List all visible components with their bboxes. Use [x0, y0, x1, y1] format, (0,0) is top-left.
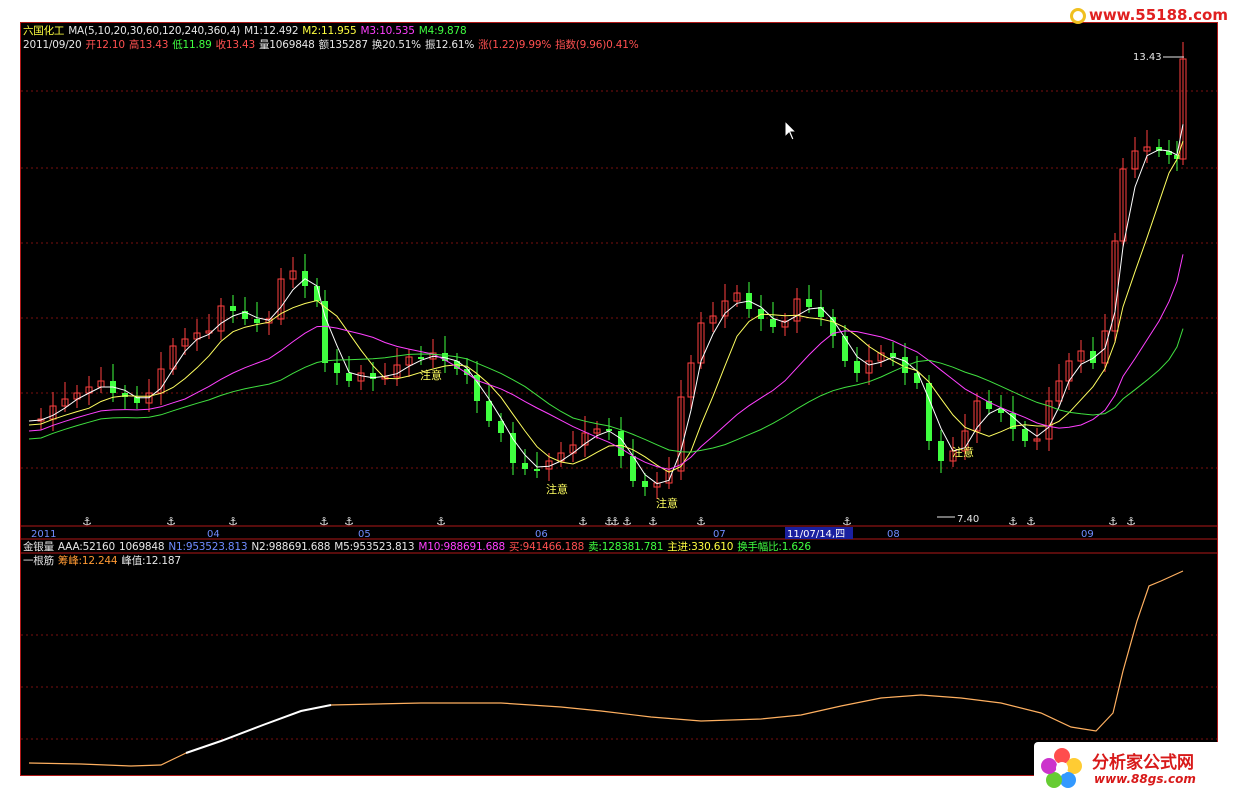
- candle-down: [770, 319, 776, 327]
- anchor-marker-icon: ⚓: [696, 515, 706, 528]
- indicator-m5: M5:953523.813: [334, 541, 415, 553]
- indicator-m10: M10:988691.688: [418, 541, 506, 553]
- candle-down: [618, 431, 624, 456]
- anchor-marker-icon: ⚓: [578, 515, 588, 528]
- candle-down: [418, 357, 424, 359]
- indicator-vol: 1069848: [119, 541, 165, 553]
- anchor-marker-icon: ⚓: [1026, 515, 1036, 528]
- watermark-55188: www.55188.com: [1069, 6, 1228, 24]
- anchor-marker-icon: ⚓: [228, 515, 238, 528]
- time-axis-label: 2011: [31, 529, 56, 540]
- anchor-marker-icon: ⚓: [648, 515, 658, 528]
- quote-open: 开12.10: [85, 39, 126, 51]
- anchor-marker-icon: ⚓: [622, 515, 632, 528]
- candle-down: [534, 469, 540, 471]
- candle-down: [486, 401, 492, 421]
- peak-value: 峰值:12.187: [121, 555, 181, 567]
- anchor-marker-icon: ⚓: [319, 515, 329, 528]
- ma-m4: M4:9.878: [418, 25, 467, 37]
- candle-down: [522, 463, 528, 469]
- time-axis-label: 09: [1081, 529, 1094, 540]
- stock-name[interactable]: 六国化工: [23, 25, 64, 37]
- ma-line-m2: [28, 140, 1184, 473]
- candle-down: [230, 306, 236, 311]
- candle-down: [890, 353, 896, 357]
- candle-down: [1022, 429, 1028, 441]
- anchor-marker-icon: ⚓: [344, 515, 354, 528]
- chip-curve: [28, 570, 1184, 767]
- chart-frame[interactable]: 13.43 7.40 注意 注意 注意 注意 ⚓ ⚓ ⚓ ⚓ ⚓ ⚓ ⚓ ⚓ ⚓ ⚓ ⚓ ⚓ ⚓ ⚓ ⚓ ⚓ ⚓ 2011 04…: [20, 22, 1218, 776]
- annotation-label: 注意: [656, 496, 678, 510]
- quote-low: 低11.89: [172, 39, 212, 51]
- ma-params: MA(5,10,20,30,60,120,240,360,4): [68, 25, 241, 37]
- indicator-sell: 卖:128381.781: [588, 541, 664, 553]
- header-quote-line: 2011/09/20 开12.10 高13.43 低11.89 收13.43 量10698…: [23, 39, 642, 51]
- indicator-ratio: 换手幅比:1.626: [737, 541, 811, 553]
- candle-down: [642, 481, 648, 487]
- time-axis-label: 07: [713, 529, 726, 540]
- indicator-line: 金银量 AAA:52160 1069848 N1:953523.813 N2:98869…: [23, 541, 815, 553]
- lower-panel-name[interactable]: 一根筋: [23, 555, 54, 567]
- candle-down: [842, 336, 848, 361]
- candle-down: [346, 373, 352, 381]
- stock-chart[interactable]: 13.437.40注意注意注意注意⚓ ⚓ ⚓ ⚓ ⚓ ⚓ ⚓ ⚓⚓ ⚓ ⚓ ⚓ ⚓ ⚓ ⚓ ⚓ ⚓2011 04…: [21, 23, 1218, 776]
- quote-high: 高13.43: [128, 39, 169, 51]
- time-axis-label: 06: [535, 529, 548, 540]
- candle-down: [926, 383, 932, 441]
- candle-down: [334, 363, 340, 373]
- candle-down: [806, 299, 812, 307]
- watermark-title: 分析家公式网: [1092, 753, 1194, 773]
- ma-m3: M3:10.535: [360, 25, 415, 37]
- indicator-n1: N1:953523.813: [168, 541, 248, 553]
- price-high-label: 13.43: [1133, 52, 1162, 63]
- watermark-88gs: 分析家公式网 www.88gs.com: [1034, 742, 1234, 796]
- anchor-marker-icon: ⚓: [1108, 515, 1118, 528]
- header-ma-line: 六国化工 MA(5,10,20,30,60,120,240,360,4) M1:12…: [23, 25, 470, 37]
- mouse-cursor-icon: [784, 120, 798, 141]
- candle-down: [854, 361, 860, 373]
- candle-down: [938, 441, 944, 461]
- indicator-aaa: AAA:52160: [57, 541, 115, 553]
- indicator-name[interactable]: 金银量: [23, 541, 54, 553]
- annotation-label: 注意: [952, 445, 974, 459]
- quote-date: 2011/09/20: [23, 39, 82, 51]
- indicator-main: 主进:330.610: [667, 541, 734, 553]
- quote-amplitude: 振12.61%: [424, 39, 475, 51]
- time-axis-label: 04: [207, 529, 220, 540]
- chip-peak: 筹峰:12.244: [57, 555, 118, 567]
- ma-line-m3: [28, 254, 1184, 470]
- quote-volume: 量1069848: [258, 39, 315, 51]
- candle-down: [818, 307, 824, 317]
- date-highlight-label: 11/07/14,四: [787, 529, 845, 540]
- flower-logo-icon: [1041, 748, 1082, 788]
- watermark-url: www.88gs.com: [1094, 772, 1196, 786]
- anchor-marker-icon: ⚓: [1008, 515, 1018, 528]
- anchor-marker-icon: ⚓: [1126, 515, 1136, 528]
- time-axis-label: 08: [887, 529, 900, 540]
- logo-ring-icon: [1069, 7, 1086, 24]
- quote-amount: 额135287: [318, 39, 368, 51]
- candle-down: [510, 433, 516, 463]
- anchor-marker-icon: ⚓: [166, 515, 176, 528]
- lower-panel-header: 一根筋 筹峰:12.244 峰值:12.187: [23, 555, 185, 567]
- annotation-label: 注意: [546, 482, 568, 496]
- quote-change: 涨(1.22)9.99%: [478, 39, 552, 51]
- ma-m2: M2:11.955: [302, 25, 357, 37]
- price-low-label: 7.40: [957, 514, 979, 525]
- candle-down: [914, 373, 920, 383]
- quote-turnover: 换20.51%: [371, 39, 421, 51]
- quote-index: 指数(9.96)0.41%: [555, 39, 639, 51]
- quote-close: 收13.43: [215, 39, 256, 51]
- time-axis-label: 05: [358, 529, 371, 540]
- indicator-n2: N2:988691.688: [251, 541, 331, 553]
- anchor-marker-icon: ⚓: [842, 515, 852, 528]
- anchor-marker-icon: ⚓: [436, 515, 446, 528]
- ma-m1: M1:12.492: [244, 25, 299, 37]
- annotation-label: 注意: [420, 368, 442, 382]
- candle-down: [254, 319, 260, 323]
- anchor-marker-icon: ⚓: [610, 515, 620, 528]
- chip-curve-highlight: [185, 704, 332, 754]
- indicator-buy: 买:941466.188: [509, 541, 585, 553]
- anchor-marker-icon: ⚓: [82, 515, 92, 528]
